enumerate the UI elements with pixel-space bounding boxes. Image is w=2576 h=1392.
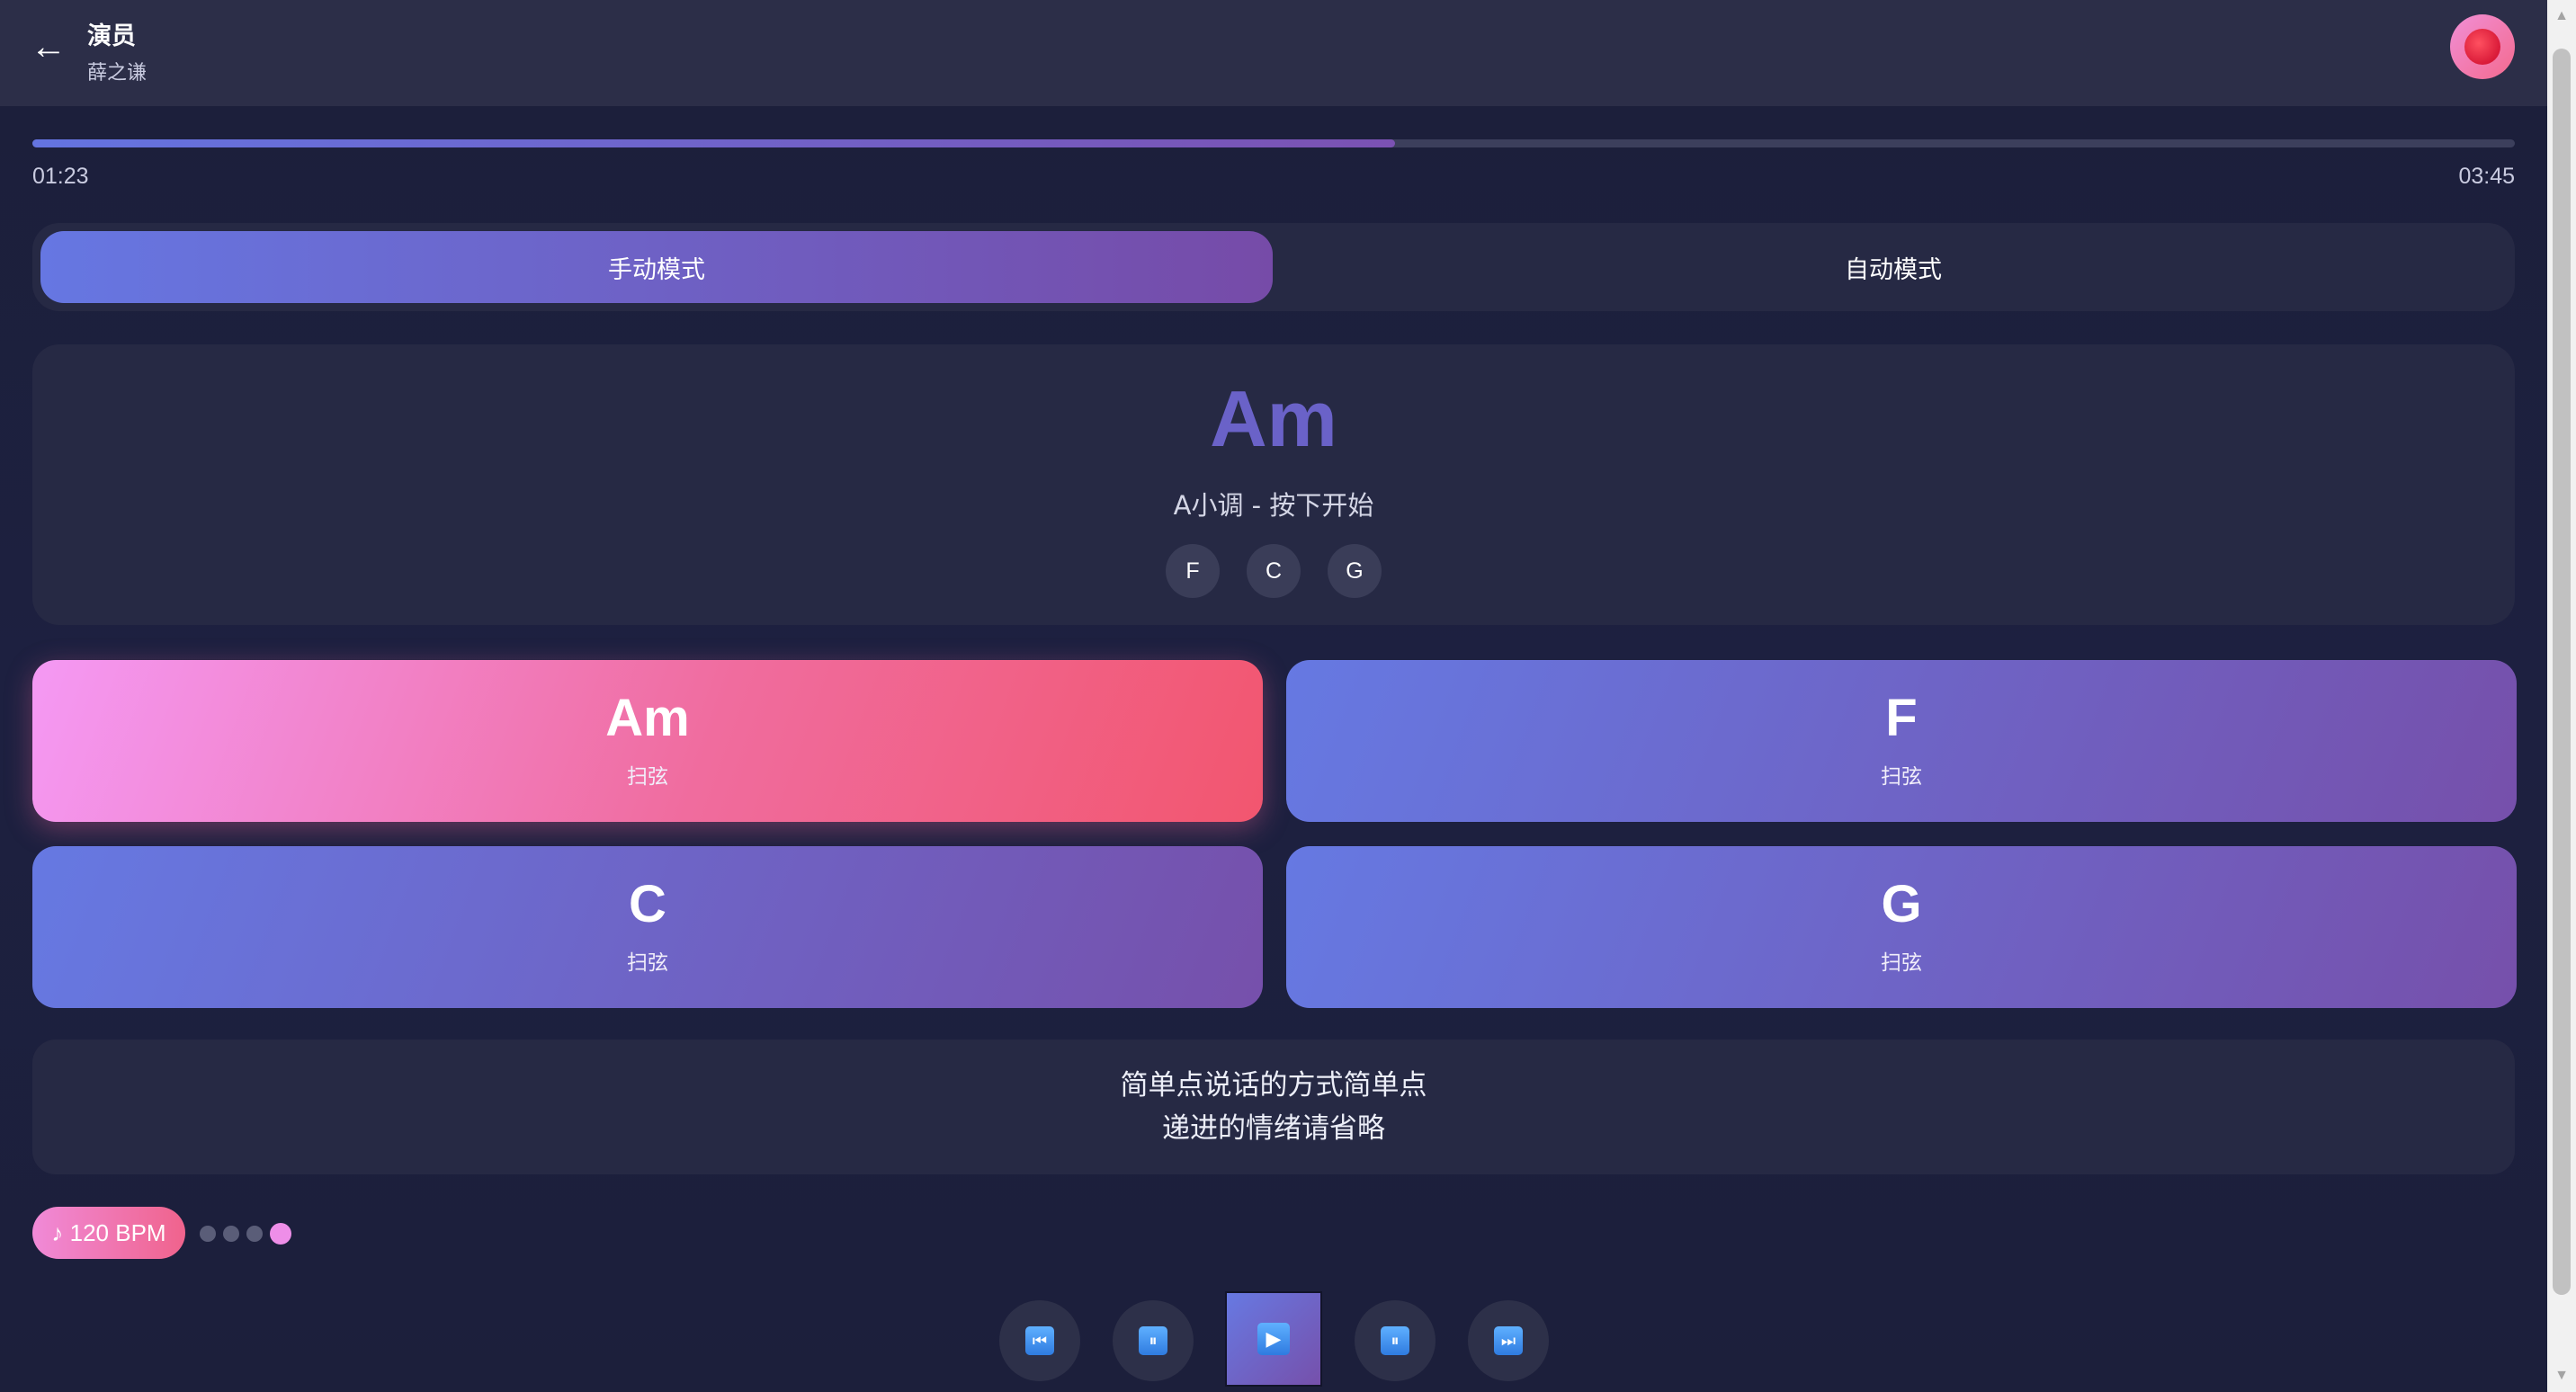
lyrics-panel: 简单点说话的方式简单点 递进的情绪请省略 xyxy=(32,1040,2515,1174)
chord-description: A小调 - 按下开始 xyxy=(1173,490,1374,521)
pad-chord-name: Am xyxy=(605,689,690,747)
pad-chord-name: C xyxy=(629,875,666,933)
chord-pad-f[interactable]: F 扫弦 xyxy=(1286,660,2517,822)
pad-chord-name: F xyxy=(1885,689,1918,747)
auto-mode-tab[interactable]: 自动模式 xyxy=(1277,231,2509,303)
lyrics-line: 简单点说话的方式简单点 xyxy=(1120,1069,1427,1102)
pad-strum-label: 扫弦 xyxy=(1881,765,1922,789)
song-artist: 薛之谦 xyxy=(87,62,148,85)
header-bar: ← 演员 薛之谦 xyxy=(0,0,2547,106)
beat-dot xyxy=(270,1223,291,1245)
scrollbar[interactable]: ▲ ▼ xyxy=(2547,0,2576,1392)
bpm-badge[interactable]: ♪ 120 BPM xyxy=(32,1207,185,1259)
scrollbar-thumb[interactable] xyxy=(2553,49,2571,1295)
pad-strum-label: 扫弦 xyxy=(1881,951,1922,975)
lyrics-line: 递进的情绪请省略 xyxy=(1162,1112,1385,1145)
pad-strum-label: 扫弦 xyxy=(627,951,668,975)
pad-strum-label: 扫弦 xyxy=(627,765,668,789)
song-title: 演员 xyxy=(87,22,136,50)
next-chords: F C G xyxy=(32,544,2515,598)
record-icon xyxy=(2464,29,2500,65)
mode-switch: 手动模式 自动模式 xyxy=(32,223,2515,311)
fast-forward-icon: ⏭ xyxy=(1494,1326,1523,1355)
scroll-up-icon[interactable]: ▲ xyxy=(2547,2,2576,31)
fast-forward-button[interactable]: ⏭ xyxy=(1468,1300,1549,1381)
chord-pad-am[interactable]: Am 扫弦 xyxy=(32,660,1263,822)
pause-button-left[interactable]: ⏸ xyxy=(1113,1300,1194,1381)
beat-dot xyxy=(200,1226,216,1242)
play-button[interactable]: ▶ xyxy=(1225,1291,1322,1387)
pad-chord-name: G xyxy=(1881,875,1922,933)
pause-icon: ⏸ xyxy=(1381,1326,1409,1355)
progress-fill xyxy=(32,139,1396,147)
next-chord: F xyxy=(1166,544,1220,598)
pause-button-right[interactable]: ⏸ xyxy=(1355,1300,1436,1381)
next-chord: C xyxy=(1247,544,1301,598)
beat-indicator xyxy=(200,1223,291,1245)
chord-pad-g[interactable]: G 扫弦 xyxy=(1286,846,2517,1008)
current-time: 01:23 xyxy=(32,164,89,189)
back-button[interactable]: ← xyxy=(29,27,68,67)
rewind-button[interactable]: ⏮ xyxy=(999,1300,1080,1381)
total-time: 03:45 xyxy=(2458,164,2515,189)
record-button[interactable] xyxy=(2450,14,2515,79)
manual-mode-tab[interactable]: 手动模式 xyxy=(40,231,1273,303)
chord-display-card: Am A小调 - 按下开始 F C G xyxy=(32,344,2515,625)
chord-player-app: ← 演员 薛之谦 01:23 03:45 手动模式 自动模式 Am A小调 - … xyxy=(0,0,2547,1392)
next-chord: G xyxy=(1328,544,1382,598)
current-chord: Am xyxy=(1210,374,1337,463)
pause-icon: ⏸ xyxy=(1139,1326,1167,1355)
rewind-icon: ⏮ xyxy=(1025,1326,1054,1355)
back-arrow-icon: ← xyxy=(31,27,67,67)
beat-dot xyxy=(223,1226,239,1242)
play-icon: ▶ xyxy=(1257,1323,1290,1355)
chord-pad-c[interactable]: C 扫弦 xyxy=(32,846,1263,1008)
beat-dot xyxy=(246,1226,263,1242)
scroll-down-icon[interactable]: ▼ xyxy=(2547,1361,2576,1390)
progress-bar[interactable] xyxy=(32,139,2515,147)
